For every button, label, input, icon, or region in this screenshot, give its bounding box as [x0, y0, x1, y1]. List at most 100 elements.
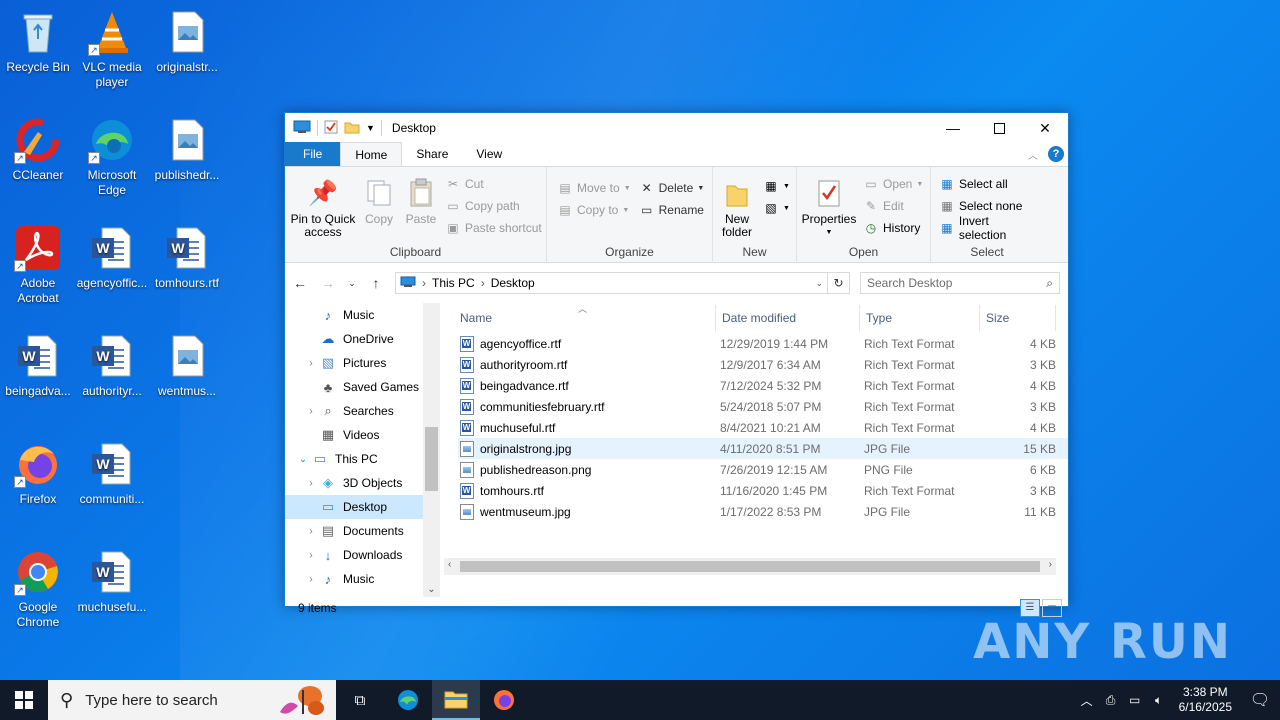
easy-access-button[interactable]: ▧ ▼ [763, 197, 790, 219]
minimize-button[interactable]: — [930, 113, 976, 143]
scrollbar-thumb[interactable] [460, 561, 1040, 572]
file-row[interactable]: agencyoffice.rtf 12/29/2019 1:44 PM Rich T… [458, 333, 1068, 354]
new-item-button[interactable]: ▦ ▼ [763, 175, 790, 197]
up-arrow-icon[interactable]: ↑ [367, 275, 385, 291]
scroll-down-icon[interactable]: ⌄ [423, 584, 440, 595]
network-icon[interactable]: ▭ [1123, 693, 1147, 707]
new-folder-icon[interactable] [344, 120, 360, 137]
customize-toolbar-dropdown-icon[interactable]: ▼ [366, 123, 375, 133]
address-bar[interactable]: › This PC › Desktop ⌄ [395, 272, 828, 294]
desktop-icon-muchuseful[interactable]: W muchusefu... [74, 548, 150, 615]
search-box[interactable]: Search Desktop ⌕ [860, 272, 1060, 294]
breadcrumb-this-pc[interactable]: This PC [432, 276, 475, 290]
pin-to-quick-access-button[interactable]: 📌 Pin to Quick access [289, 171, 357, 239]
select-all-button[interactable]: ▦ Select all [939, 173, 1039, 195]
file-row[interactable]: muchuseful.rtf 8/4/2021 10:21 AM Rich Text… [458, 417, 1068, 438]
desktop-icon-chrome[interactable]: ↗ Google Chrome [0, 548, 76, 630]
nav-item-saved-games[interactable]: ♣ Saved Games [285, 375, 440, 399]
history-button[interactable]: ◷ History [863, 217, 923, 239]
file-row[interactable]: communitiesfebruary.rtf 5/24/2018 5:07 PM… [458, 396, 1068, 417]
help-icon[interactable]: ? [1048, 146, 1064, 162]
task-view-button[interactable]: ⧉ [336, 680, 384, 720]
cut-button[interactable]: ✂ Cut [445, 173, 542, 195]
copy-to-button[interactable]: ▤ Copy to ▼ [557, 199, 631, 221]
desktop-icon-firefox[interactable]: ↗ Firefox [0, 440, 76, 507]
tab-view[interactable]: View [462, 142, 516, 166]
scroll-left-icon[interactable]: ‹ [448, 559, 451, 570]
properties-check-icon[interactable] [324, 120, 338, 137]
desktop-icon-recycle-bin[interactable]: Recycle Bin [0, 8, 76, 75]
nav-item-this-pc[interactable]: ⌄ ▭ This PC [285, 447, 440, 471]
maximize-button[interactable] [976, 113, 1022, 143]
delete-button[interactable]: ✕ Delete ▼ [639, 177, 705, 199]
forward-arrow-icon[interactable]: → [319, 275, 337, 291]
taskbar-file-explorer-button[interactable] [432, 680, 480, 720]
taskbar-edge-button[interactable] [384, 680, 432, 720]
file-row[interactable]: beingadvance.rtf 7/12/2024 5:32 PM Rich Te… [458, 375, 1068, 396]
desktop-icon-communitiesfebruary[interactable]: W communiti... [74, 440, 150, 507]
title-bar[interactable]: ▼ Desktop — ✕ [285, 113, 1068, 143]
close-button[interactable]: ✕ [1022, 113, 1068, 143]
desktop-icon-wentmuseum[interactable]: wentmus... [149, 332, 225, 399]
back-arrow-icon[interactable]: ← [291, 275, 309, 291]
desktop-icon-publishedreason[interactable]: publishedr... [149, 116, 225, 183]
column-header-name[interactable]: Name ︿ [458, 304, 716, 331]
tab-share[interactable]: Share [402, 142, 462, 166]
desktop-icon-vlc[interactable]: ↗ VLC media player [74, 8, 150, 90]
nav-item-onedrive[interactable]: ☁ OneDrive [285, 327, 440, 351]
file-row[interactable]: wentmuseum.jpg 1/17/2022 8:53 PM JPG File 1… [458, 501, 1068, 522]
nav-vertical-scrollbar[interactable]: ⌄ [423, 303, 440, 597]
column-header-date[interactable]: Date modified [716, 305, 860, 331]
desktop-icon-originalstrong[interactable]: originalstr... [149, 8, 225, 75]
paste-button[interactable]: Paste [401, 171, 441, 239]
copy-button[interactable]: Copy [361, 171, 397, 239]
recent-locations-chevron-icon[interactable]: ⌄ [347, 278, 357, 289]
clock[interactable]: 3:38 PM 6/16/2025 [1171, 685, 1240, 715]
scroll-right-icon[interactable]: › [1049, 559, 1052, 570]
tab-file[interactable]: File [285, 142, 341, 166]
collapse-ribbon-icon[interactable]: ︿ [1028, 147, 1038, 162]
desktop-icon-authorityroom[interactable]: W authorityr... [74, 332, 150, 399]
copy-path-button[interactable]: ▭ Copy path [445, 195, 542, 217]
column-header-type[interactable]: Type [860, 305, 980, 331]
horizontal-scrollbar[interactable]: ‹ › [444, 558, 1056, 575]
expand-chevron-icon[interactable]: › [303, 478, 319, 489]
desktop-icon-beingadvance[interactable]: W beingadva... [0, 332, 76, 399]
refresh-button[interactable]: ↻ [828, 272, 850, 294]
tab-home[interactable]: Home [340, 142, 403, 166]
large-icons-view-button[interactable]: ▭ [1042, 599, 1062, 617]
open-button[interactable]: ▭ Open ▼ [863, 173, 923, 195]
volume-icon[interactable]: 🔈︎ [1147, 693, 1171, 708]
nav-item-videos[interactable]: ▦ Videos [285, 423, 440, 447]
nav-item-pictures[interactable]: › ▧ Pictures [285, 351, 440, 375]
expand-chevron-icon[interactable]: › [303, 550, 319, 561]
start-button[interactable] [0, 680, 48, 720]
column-header-size[interactable]: Size [980, 305, 1056, 331]
desktop-icon-acrobat[interactable]: ↗ Adobe Acrobat [0, 224, 76, 306]
expand-chevron-icon[interactable]: › [303, 406, 319, 417]
expand-chevron-icon[interactable]: › [303, 358, 319, 369]
rename-button[interactable]: ▭ Rename [639, 199, 705, 221]
scrollbar-thumb[interactable] [425, 427, 438, 491]
desktop-icon-agencyoffice[interactable]: W agencyoffic... [74, 224, 150, 291]
taskbar-firefox-button[interactable] [480, 680, 528, 720]
expand-chevron-icon[interactable]: › [303, 574, 319, 585]
file-row[interactable]: originalstrong.jpg 4/11/2020 8:51 PM JPG F… [458, 438, 1068, 459]
move-to-button[interactable]: ▤ Move to ▼ [557, 177, 630, 199]
notifications-icon[interactable]: 🗨︎ [1240, 690, 1280, 710]
edit-button[interactable]: ✎ Edit [863, 195, 923, 217]
paste-shortcut-button[interactable]: ▣ Paste shortcut [445, 217, 541, 239]
nav-item-searches[interactable]: › ⌕ Searches [285, 399, 440, 423]
nav-item-downloads[interactable]: › ↓ Downloads [285, 543, 440, 567]
nav-item-music[interactable]: ♪ Music [285, 303, 440, 327]
desktop-icon-ccleaner[interactable]: ↗ CCleaner [0, 116, 76, 183]
invert-selection-button[interactable]: ▦ Invert selection [939, 214, 1039, 242]
nav-item-music[interactable]: › ♪ Music [285, 567, 440, 591]
breadcrumb-desktop[interactable]: Desktop [491, 276, 535, 290]
usb-device-icon[interactable]: ⎙ [1099, 693, 1123, 708]
new-folder-button[interactable]: New folder [717, 171, 757, 239]
file-row[interactable]: publishedreason.png 7/26/2019 12:15 AM PNG… [458, 459, 1068, 480]
nav-item-3d-objects[interactable]: › ◈ 3D Objects [285, 471, 440, 495]
nav-item-documents[interactable]: › ▤ Documents [285, 519, 440, 543]
desktop-icon-edge[interactable]: ↗ Microsoft Edge [74, 116, 150, 198]
